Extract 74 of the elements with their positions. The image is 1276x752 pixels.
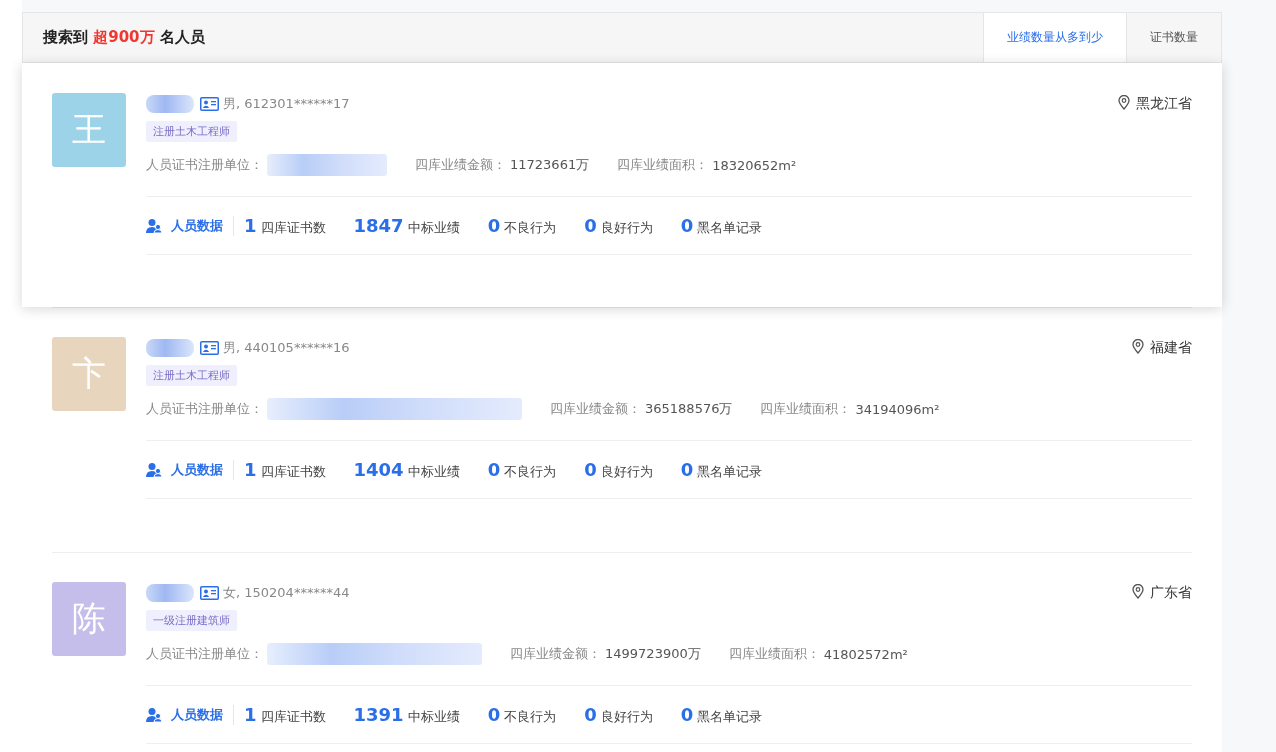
person-data-link[interactable]: 人员数据 [146,216,223,235]
stat-value: 0 [584,703,597,725]
stat-value: 0 [584,214,597,236]
result-count-heading: 搜索到 超900万 名人员 [42,27,205,48]
location-pin-icon [1132,339,1144,354]
stat-label: 四库证书数 [260,707,326,726]
stat-value: 0 [584,458,597,480]
stat-label: 良好行为 [600,218,653,237]
blurred-name [146,95,194,113]
stat-value: 0 [680,458,694,480]
stat-label: 黑名单记录 [697,707,763,726]
stat-label: 黑名单记录 [697,462,763,481]
location-pin-icon [1118,95,1130,110]
field-label: 四库业绩面积： [728,645,820,663]
person-data-link[interactable]: 人员数据 [146,705,223,724]
stat-value: 1847 [353,214,404,236]
field-label: 人员证书注册单位： [146,645,263,663]
gender-id-text: 女, 150204******44 [223,584,350,602]
gender-id-text: 男, 612301******17 [223,95,350,113]
field-label: 四库业绩金额： [550,400,641,418]
field-label: 四库业绩金额： [415,156,506,174]
field-value: 1499723900万 [605,645,701,663]
stat-value: 1 [244,703,257,725]
id-card-icon [200,341,219,355]
stat-label: 黑名单记录 [697,218,763,237]
certificate-tag: 注册土木工程师 [146,121,237,142]
stat-label: 中标业绩 [407,218,460,237]
stat-value: 0 [487,458,501,480]
stat-value: 1 [244,214,257,236]
stat-label: 良好行为 [600,707,653,726]
location-pin-icon [1132,584,1144,599]
field-value: 41802572m² [823,646,908,662]
id-card-icon [200,586,219,600]
field-label: 四库业绩面积： [760,400,852,418]
stat-label: 不良行为 [504,218,557,237]
location-text: 广东省 [1150,584,1192,602]
field-label: 四库业绩金额： [510,645,601,663]
certificate-tag: 注册土木工程师 [146,365,237,386]
avatar: 卞 [52,337,126,411]
location-text: 黑龙江省 [1136,95,1192,113]
stat-value: 0 [487,703,501,725]
person-data-link[interactable]: 人员数据 [146,460,223,479]
field-value: 18320652m² [712,157,797,173]
blurred-name [146,339,194,357]
stat-label: 中标业绩 [407,462,460,481]
field-value: 34194096m² [855,401,940,417]
avatar: 王 [52,93,126,167]
stat-label: 中标业绩 [407,707,460,726]
stat-value: 1391 [353,703,404,725]
certificate-tag: 一级注册建筑师 [146,610,237,631]
stat-value: 0 [487,214,501,236]
stat-value: 0 [680,703,694,725]
stat-label: 四库证书数 [260,218,326,237]
people-icon [146,707,163,722]
stat-label: 不良行为 [504,707,557,726]
blurred-name [146,584,194,602]
stat-value: 1404 [353,458,404,480]
field-value: 365188576万 [645,400,733,418]
people-icon [146,218,163,233]
avatar: 陈 [52,582,126,656]
field-label: 人员证书注册单位： [146,156,263,174]
stat-label: 良好行为 [600,462,653,481]
stat-label: 不良行为 [504,462,557,481]
field-label: 四库业绩面积： [617,156,709,174]
sort-tab[interactable]: 业绩数量从多到少 [983,13,1126,62]
location-text: 福建省 [1150,339,1192,357]
people-icon [146,462,163,477]
field-value: 11723661万 [510,156,590,174]
stat-value: 0 [680,214,694,236]
field-label: 人员证书注册单位： [146,400,263,418]
gender-id-text: 男, 440105******16 [223,339,350,357]
stat-label: 四库证书数 [260,462,326,481]
stat-value: 1 [244,458,257,480]
id-card-icon [200,97,219,111]
